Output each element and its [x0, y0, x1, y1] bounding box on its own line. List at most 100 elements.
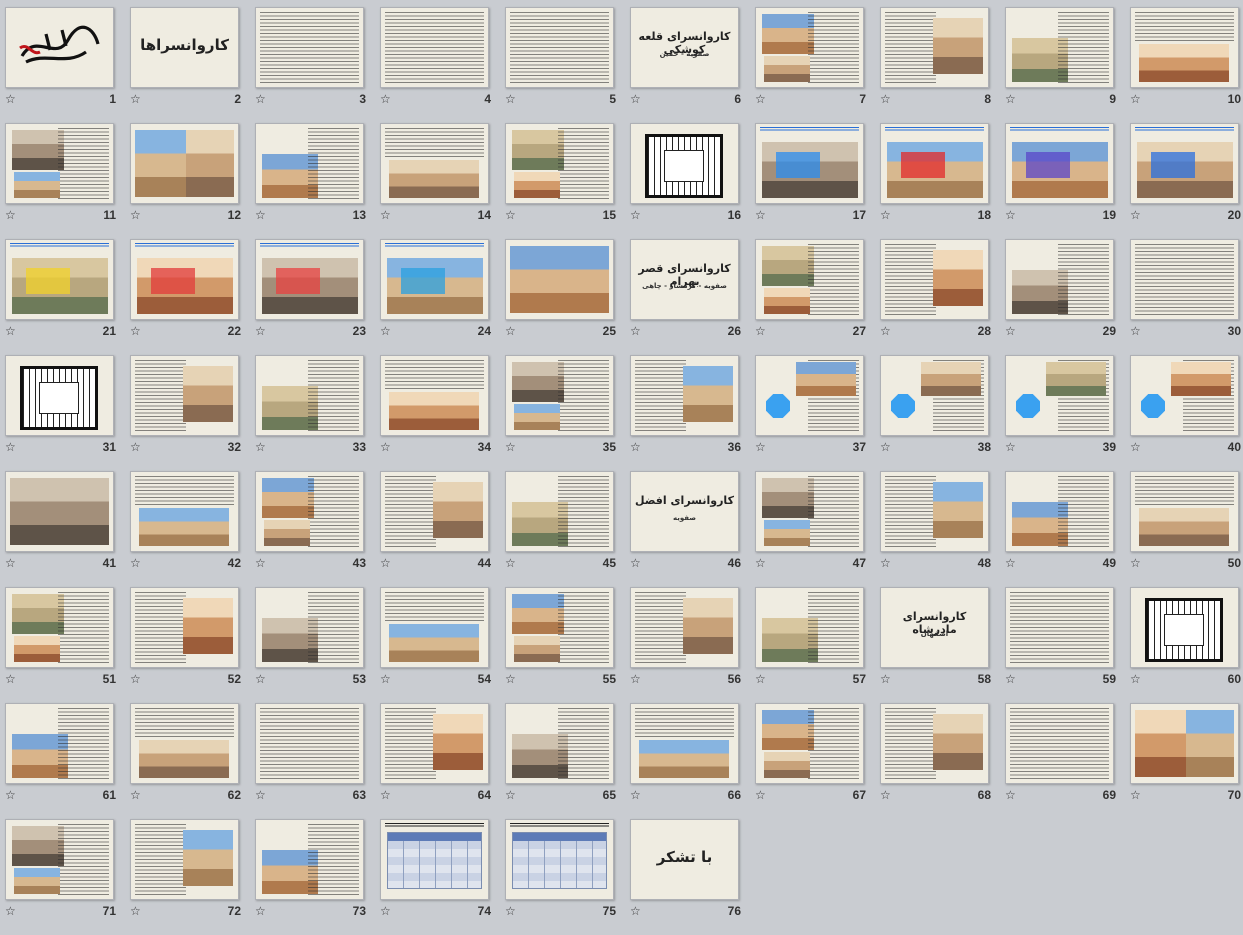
slide-thumbnail[interactable] — [505, 355, 614, 436]
slide-thumbnail[interactable] — [880, 239, 989, 320]
slide-thumbnail[interactable] — [1130, 123, 1239, 204]
slide-thumbnail[interactable] — [1130, 587, 1239, 668]
slide-thumbnail[interactable] — [755, 7, 864, 88]
slide-thumbnail[interactable] — [880, 703, 989, 784]
slide-thumbnail[interactable] — [255, 471, 364, 552]
star-outline-icon[interactable]: ☆ — [255, 325, 266, 337]
slide-thumbnail[interactable]: کاروانسراها — [130, 7, 239, 88]
star-outline-icon[interactable]: ☆ — [630, 905, 641, 917]
star-outline-icon[interactable]: ☆ — [755, 557, 766, 569]
star-outline-icon[interactable]: ☆ — [5, 673, 16, 685]
star-outline-icon[interactable]: ☆ — [380, 905, 391, 917]
slide-thumbnail[interactable]: کاروانسرای مادرشاه اصفهان — [880, 587, 989, 668]
star-outline-icon[interactable]: ☆ — [380, 325, 391, 337]
slide-thumbnail[interactable] — [130, 355, 239, 436]
slide-thumbnail[interactable] — [755, 471, 864, 552]
slide-thumbnail[interactable] — [880, 123, 989, 204]
star-outline-icon[interactable]: ☆ — [505, 441, 516, 453]
star-outline-icon[interactable]: ☆ — [5, 93, 16, 105]
slide-thumbnail[interactable] — [755, 703, 864, 784]
star-outline-icon[interactable]: ☆ — [880, 673, 891, 685]
star-outline-icon[interactable]: ☆ — [1130, 209, 1141, 221]
star-outline-icon[interactable]: ☆ — [130, 93, 141, 105]
star-outline-icon[interactable]: ☆ — [1130, 789, 1141, 801]
slide-thumbnail[interactable] — [630, 123, 739, 204]
slide-thumbnail[interactable] — [130, 587, 239, 668]
star-outline-icon[interactable]: ☆ — [5, 789, 16, 801]
star-outline-icon[interactable]: ☆ — [5, 441, 16, 453]
slide-thumbnail[interactable] — [380, 819, 489, 900]
slide-thumbnail[interactable]: کاروانسرای قصر بهرام صفویه - گرمسار - چاه… — [630, 239, 739, 320]
slide-thumbnail[interactable] — [505, 819, 614, 900]
star-outline-icon[interactable]: ☆ — [880, 557, 891, 569]
star-outline-icon[interactable]: ☆ — [630, 93, 641, 105]
slide-thumbnail[interactable] — [380, 7, 489, 88]
star-outline-icon[interactable]: ☆ — [880, 441, 891, 453]
star-outline-icon[interactable]: ☆ — [380, 209, 391, 221]
star-outline-icon[interactable]: ☆ — [255, 93, 266, 105]
star-outline-icon[interactable]: ☆ — [505, 557, 516, 569]
star-outline-icon[interactable]: ☆ — [755, 789, 766, 801]
star-outline-icon[interactable]: ☆ — [1005, 93, 1016, 105]
star-outline-icon[interactable]: ☆ — [630, 325, 641, 337]
slide-thumbnail[interactable] — [130, 819, 239, 900]
star-outline-icon[interactable]: ☆ — [755, 673, 766, 685]
slide-thumbnail[interactable] — [130, 239, 239, 320]
slide-thumbnail[interactable] — [380, 703, 489, 784]
star-outline-icon[interactable]: ☆ — [630, 789, 641, 801]
slide-thumbnail[interactable] — [755, 587, 864, 668]
star-outline-icon[interactable]: ☆ — [380, 673, 391, 685]
slide-thumbnail[interactable] — [880, 7, 989, 88]
slide-thumbnail[interactable]: با تشکر — [630, 819, 739, 900]
slide-thumbnail[interactable] — [255, 239, 364, 320]
star-outline-icon[interactable]: ☆ — [1005, 557, 1016, 569]
star-outline-icon[interactable]: ☆ — [5, 557, 16, 569]
slide-thumbnail[interactable] — [505, 703, 614, 784]
slide-thumbnail[interactable] — [255, 7, 364, 88]
star-outline-icon[interactable]: ☆ — [1005, 209, 1016, 221]
star-outline-icon[interactable]: ☆ — [755, 325, 766, 337]
star-outline-icon[interactable]: ☆ — [130, 209, 141, 221]
slide-thumbnail[interactable] — [755, 239, 864, 320]
slide-thumbnail[interactable] — [505, 471, 614, 552]
slide-thumbnail[interactable] — [755, 355, 864, 436]
slide-thumbnail[interactable] — [505, 239, 614, 320]
slide-thumbnail[interactable] — [255, 819, 364, 900]
slide-thumbnail[interactable] — [255, 123, 364, 204]
slide-thumbnail[interactable] — [505, 123, 614, 204]
star-outline-icon[interactable]: ☆ — [5, 209, 16, 221]
star-outline-icon[interactable]: ☆ — [755, 93, 766, 105]
slide-thumbnail[interactable] — [380, 123, 489, 204]
slide-thumbnail[interactable] — [5, 239, 114, 320]
slide-thumbnail[interactable] — [630, 587, 739, 668]
slide-thumbnail[interactable] — [1130, 703, 1239, 784]
star-outline-icon[interactable]: ☆ — [1130, 441, 1141, 453]
slide-thumbnail[interactable] — [1130, 355, 1239, 436]
star-outline-icon[interactable]: ☆ — [255, 209, 266, 221]
star-outline-icon[interactable]: ☆ — [505, 789, 516, 801]
star-outline-icon[interactable]: ☆ — [130, 325, 141, 337]
slide-thumbnail[interactable] — [5, 587, 114, 668]
star-outline-icon[interactable]: ☆ — [1130, 325, 1141, 337]
star-outline-icon[interactable]: ☆ — [130, 441, 141, 453]
slide-thumbnail[interactable] — [130, 703, 239, 784]
star-outline-icon[interactable]: ☆ — [1130, 673, 1141, 685]
star-outline-icon[interactable]: ☆ — [1005, 789, 1016, 801]
slide-thumbnail[interactable] — [505, 587, 614, 668]
star-outline-icon[interactable]: ☆ — [255, 441, 266, 453]
star-outline-icon[interactable]: ☆ — [130, 789, 141, 801]
slide-thumbnail[interactable] — [1130, 7, 1239, 88]
star-outline-icon[interactable]: ☆ — [255, 673, 266, 685]
slide-thumbnail[interactable] — [1005, 471, 1114, 552]
slide-thumbnail[interactable] — [1005, 587, 1114, 668]
slide-thumbnail[interactable] — [880, 355, 989, 436]
star-outline-icon[interactable]: ☆ — [505, 673, 516, 685]
star-outline-icon[interactable]: ☆ — [255, 557, 266, 569]
slide-thumbnail[interactable] — [5, 123, 114, 204]
slide-thumbnail[interactable] — [255, 587, 364, 668]
slide-thumbnail[interactable] — [5, 471, 114, 552]
slide-thumbnail[interactable]: کاروانسرای قلعه کوشکی صفویه - خمین — [630, 7, 739, 88]
star-outline-icon[interactable]: ☆ — [755, 209, 766, 221]
slide-thumbnail[interactable]: کاروانسرای افضل صفویه — [630, 471, 739, 552]
star-outline-icon[interactable]: ☆ — [1130, 93, 1141, 105]
